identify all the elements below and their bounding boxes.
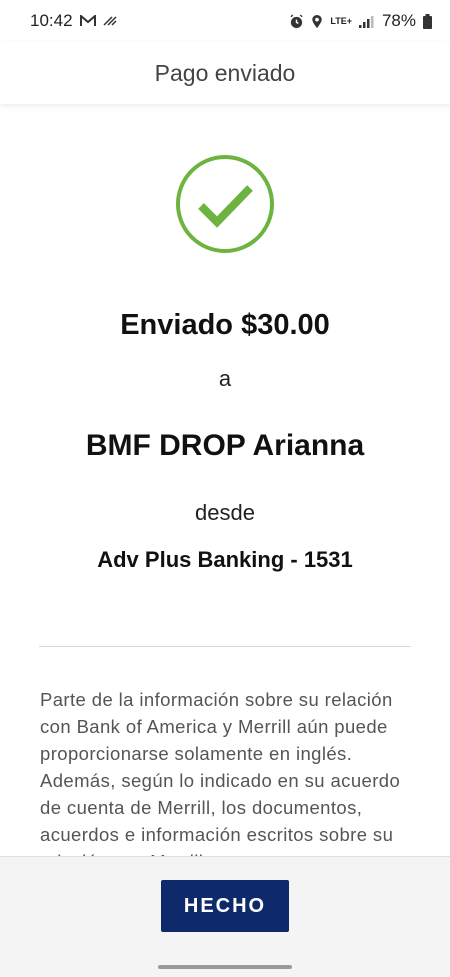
location-icon [311, 14, 323, 29]
source-account: Adv Plus Banking - 1531 [97, 547, 353, 572]
done-button[interactable]: HECHO [161, 880, 289, 932]
divider [39, 646, 411, 647]
page-title: Pago enviado [154, 59, 296, 86]
to-label: a [218, 366, 232, 391]
confirmation-content: Enviado $30.00 a BMF DROP Arianna desde … [0, 104, 450, 856]
alarm-icon [289, 13, 304, 29]
from-label: desde [195, 500, 255, 525]
battery-percent: 78% [381, 11, 416, 30]
success-check-icon [175, 154, 275, 254]
status-left: 10:42 [30, 11, 117, 31]
footer: HECHO [0, 856, 450, 977]
signal-icon [358, 15, 375, 28]
sent-amount: Enviado $30.00 [120, 309, 330, 341]
status-bar: 10:42 LTE+ 78% [0, 0, 450, 42]
disclaimer-text: Parte de la información sobre su relació… [40, 689, 401, 856]
notification-icon [103, 15, 117, 27]
home-indicator[interactable] [158, 965, 292, 969]
network-type: LTE+ [330, 15, 352, 26]
battery-icon [423, 13, 432, 29]
recipient-name: BMF DROP Arianna [85, 429, 365, 462]
app-header: Pago enviado [0, 42, 450, 104]
gmail-icon [79, 15, 96, 27]
status-right: LTE+ 78% [289, 11, 432, 31]
status-time: 10:42 [30, 11, 73, 30]
